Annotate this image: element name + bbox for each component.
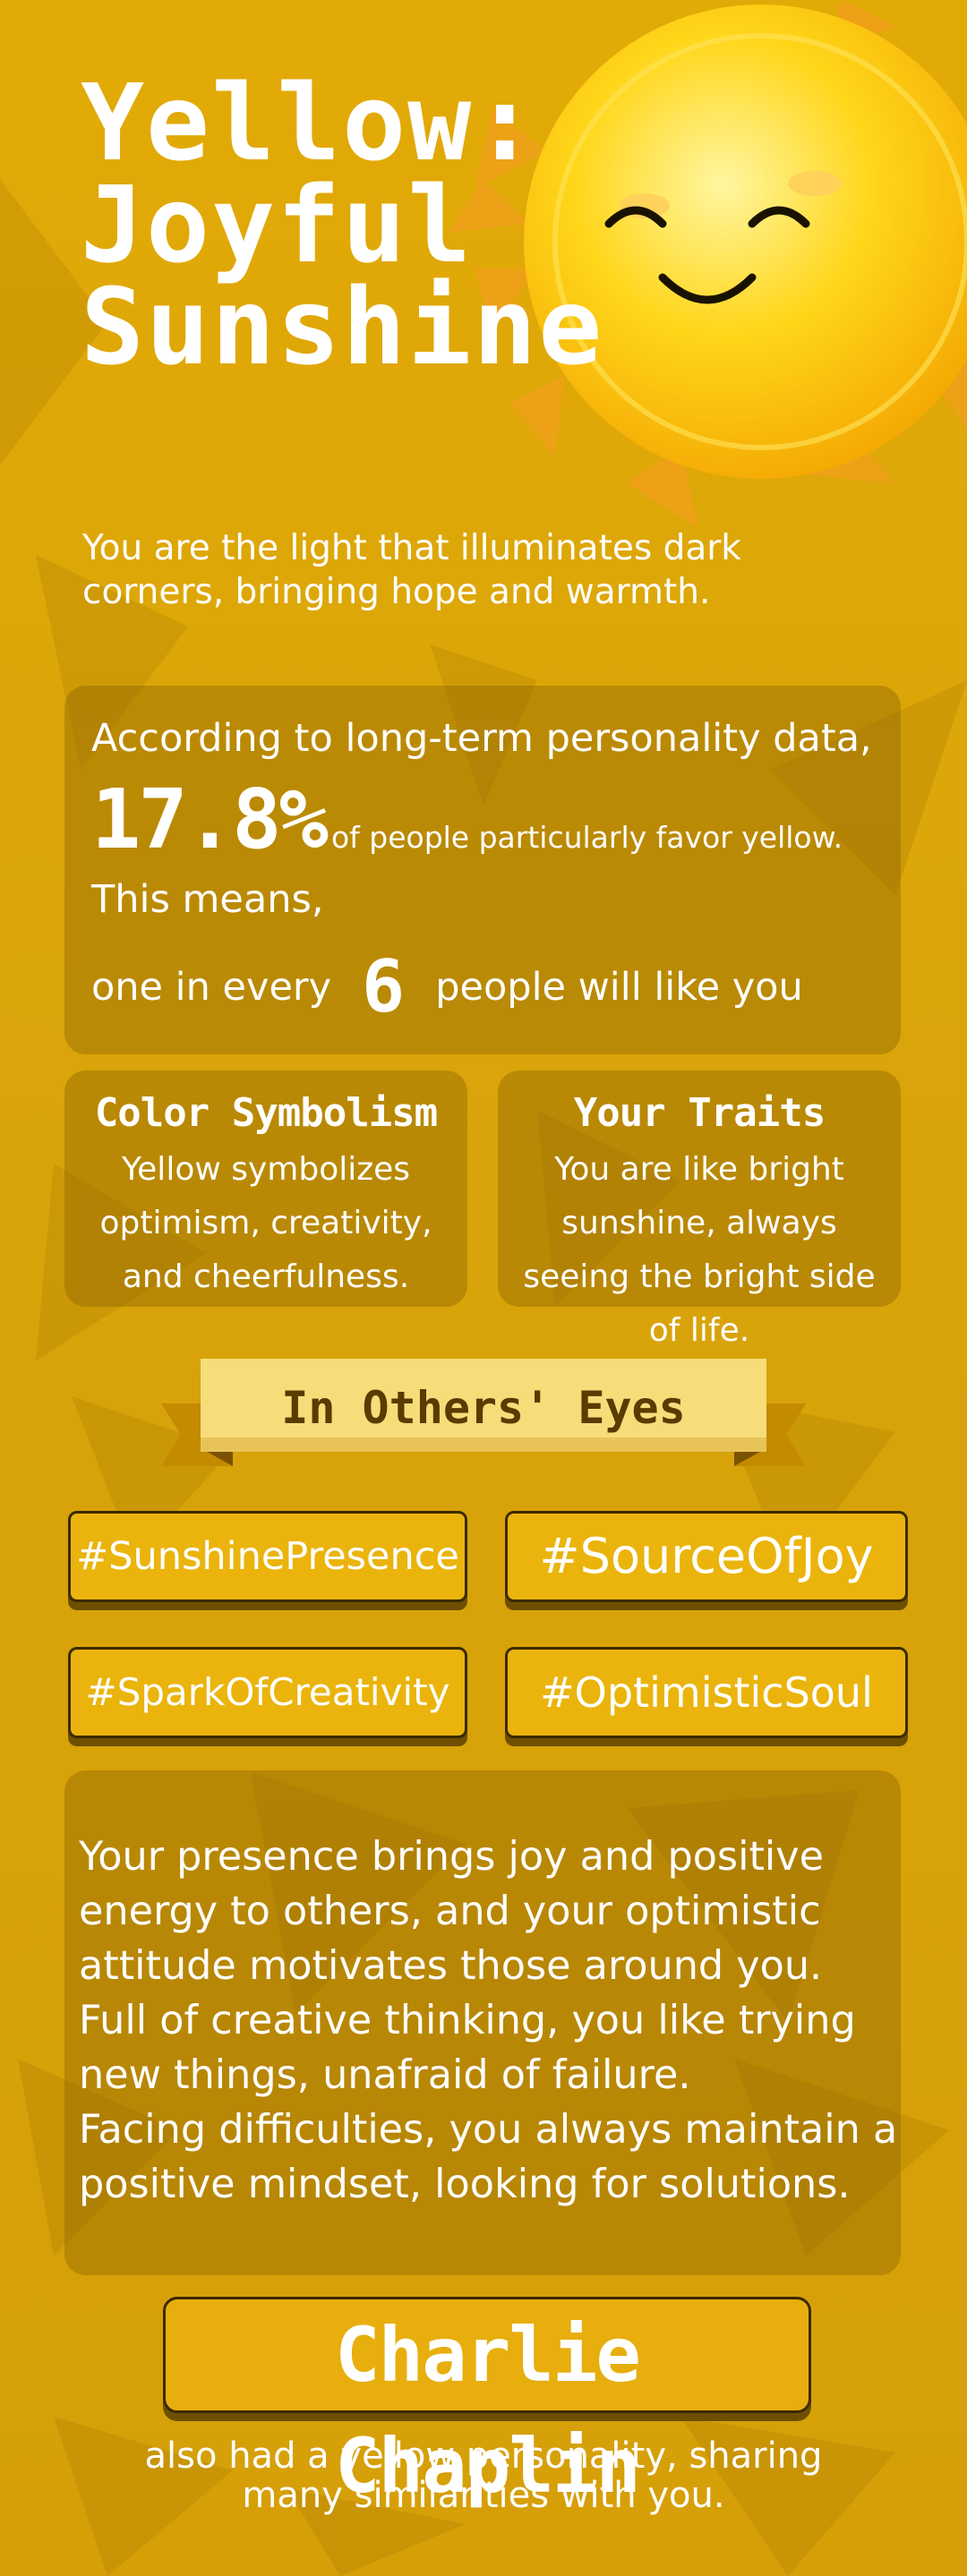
your-traits-title: Your Traits — [573, 1090, 826, 1136]
color-symbolism-card: Color Symbolism Yellow symbolizes optimi… — [64, 1070, 467, 1307]
title-line-3: Sunshine — [81, 265, 604, 388]
stat-ratio-row: one in every 6 people will like you — [91, 945, 803, 1028]
tag-sunshine-presence: #SunshinePresence — [68, 1511, 467, 1602]
percent-suffix: of people particularly favor yellow. — [330, 820, 843, 855]
subtitle: You are the light that illuminates dark … — [82, 528, 741, 612]
percent-value: 17.8% — [91, 772, 329, 867]
color-symbolism-title: Color Symbolism — [94, 1090, 438, 1136]
section-ribbon: In Others' Eyes — [161, 1359, 806, 1473]
description-text: Your presence brings joy and positive en… — [79, 1834, 898, 2207]
stat-means: This means, — [91, 877, 324, 922]
title-line-2: Joyful — [81, 163, 474, 286]
page-title: Yellow: Joyful Sunshine — [81, 61, 707, 388]
your-traits-card: Your Traits You are like bright sunshine… — [498, 1070, 901, 1349]
ratio-prefix: one in every — [91, 964, 332, 1010]
celebrity-caption: also had a yellow personality, sharing m… — [144, 2435, 823, 2516]
ratio-suffix: people will like you — [435, 964, 803, 1010]
stat-intro: According to long-term personality data, — [91, 716, 872, 761]
ratio-number: 6 — [362, 945, 406, 1028]
color-symbolism-text: Yellow symbolizes optimism, creativity, … — [99, 1151, 432, 1295]
tag-source-of-joy: #SourceOfJoy — [505, 1511, 908, 1602]
your-traits-text: You are like bright sunshine, always see… — [523, 1151, 876, 1349]
infographic-page: Yellow: Joyful Sunshine You are the ligh… — [0, 0, 967, 2576]
statistics-panel: According to long-term personality data,… — [64, 686, 901, 1054]
stat-percent-row: 17.8% of people particularly favor yello… — [91, 779, 843, 861]
description-panel: Your presence brings joy and positive en… — [64, 1770, 901, 2275]
celebrity-name-badge: Charlie Chaplin — [163, 2297, 811, 2510]
tag-optimistic-soul: #OptimisticSoul — [505, 1647, 908, 1738]
tag-spark-of-creativity: #SparkOfCreativity — [68, 1647, 467, 1738]
title-line-1: Yellow: — [81, 61, 539, 184]
ribbon-title: In Others' Eyes — [281, 1382, 686, 1434]
